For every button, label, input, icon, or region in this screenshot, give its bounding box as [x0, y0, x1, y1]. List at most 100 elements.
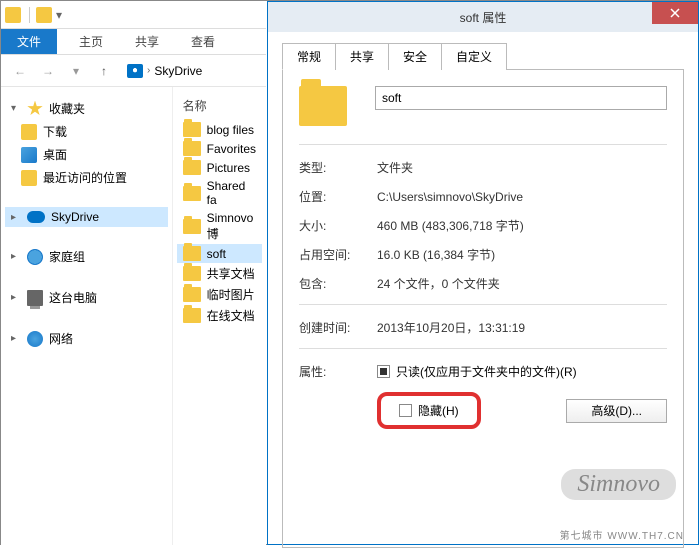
tab-view[interactable]: 查看: [175, 29, 231, 54]
sidebar-favorites[interactable]: ▾ 收藏夹: [5, 97, 168, 120]
dialog-title: soft 属性: [460, 9, 507, 26]
checkbox-icon: [399, 404, 412, 417]
qat-dropdown-icon[interactable]: ▾: [56, 8, 62, 22]
tab-sharing[interactable]: 共享: [335, 43, 389, 70]
expand-icon: ▸: [11, 333, 21, 344]
advanced-button[interactable]: 高级(D)...: [566, 399, 667, 423]
folder-icon: [183, 141, 201, 156]
folder-icon: [21, 124, 37, 140]
sidebar-label: SkyDrive: [51, 210, 99, 224]
sidebar-label: 最近访问的位置: [43, 169, 127, 186]
label-sizeondisk: 占用空间:: [299, 246, 377, 263]
file-item[interactable]: 共享文档: [177, 263, 262, 284]
checkbox-indeterminate-icon: [377, 365, 390, 378]
file-item[interactable]: soft: [177, 244, 262, 263]
file-name: 临时图片: [207, 286, 255, 303]
expand-icon: ▸: [11, 212, 21, 223]
folder-icon: [183, 266, 201, 281]
label-attributes: 属性:: [299, 363, 377, 380]
expand-icon: ▸: [11, 251, 21, 262]
tab-customize[interactable]: 自定义: [441, 43, 507, 70]
sidebar-network[interactable]: ▸ 网络: [5, 327, 168, 350]
sidebar-item-downloads[interactable]: 下载: [5, 120, 168, 143]
tab-home[interactable]: 主页: [63, 29, 119, 54]
properties-dialog: soft 属性 常规 共享 安全 自定义 类型:文件夹 位置:C:\Users\…: [267, 1, 699, 545]
watermark: Simnovo: [561, 469, 676, 500]
divider: [299, 144, 667, 145]
expand-icon: ▸: [11, 292, 21, 303]
sidebar-label: 家庭组: [49, 248, 85, 265]
file-name: Simnovo博: [207, 211, 256, 242]
chevron-right-icon: ›: [147, 65, 150, 76]
folder-icon: [183, 287, 201, 302]
sidebar-skydrive[interactable]: ▸ SkyDrive: [5, 207, 168, 227]
file-item[interactable]: Shared fa: [177, 177, 262, 209]
sidebar-label: 桌面: [43, 146, 67, 163]
value-type: 文件夹: [377, 159, 413, 176]
sidebar-label: 网络: [49, 330, 73, 347]
nav-bar: ← → ▾ ↑ › SkyDrive: [1, 55, 266, 87]
tab-file[interactable]: 文件: [1, 29, 57, 54]
value-size: 460 MB (483,306,718 字节): [377, 217, 524, 234]
nav-back-icon[interactable]: ←: [9, 60, 31, 82]
file-item[interactable]: blog files: [177, 120, 262, 139]
value-sizeondisk: 16.0 KB (16,384 字节): [377, 246, 495, 263]
checkbox-hidden[interactable]: 隐藏(H): [399, 402, 459, 419]
sidebar-item-desktop[interactable]: 桌面: [5, 143, 168, 166]
file-item[interactable]: Simnovo博: [177, 209, 262, 244]
value-created: 2013年10月20日，13:31:19: [377, 319, 525, 336]
close-button[interactable]: [652, 2, 698, 24]
file-item[interactable]: 在线文档: [177, 305, 262, 326]
nav-sidebar: ▾收藏夹 下载 桌面 最近访问的位置 ▸SkyDrive ▸家庭组 ▸这台电脑 …: [1, 87, 172, 545]
file-item[interactable]: 临时图片: [177, 284, 262, 305]
star-icon: [27, 101, 43, 117]
checkbox-readonly[interactable]: 只读(仅应用于文件夹中的文件)(R): [377, 363, 577, 380]
folder-icon: [183, 160, 201, 175]
folder-large-icon: [299, 86, 347, 126]
separator: [29, 7, 30, 23]
file-name: soft: [207, 247, 226, 261]
nav-forward-icon[interactable]: →: [37, 60, 59, 82]
breadcrumb[interactable]: › SkyDrive: [121, 59, 258, 83]
sidebar-label: 收藏夹: [49, 100, 85, 117]
sidebar-label: 这台电脑: [49, 289, 97, 306]
folder-icon: [183, 122, 201, 137]
label-type: 类型:: [299, 159, 377, 176]
file-item[interactable]: Favorites: [177, 139, 262, 158]
explorer-window: ▾ 文件 主页 共享 查看 ← → ▾ ↑ › SkyDrive ▾ 收藏夹 下载…: [1, 1, 266, 545]
value-contains: 24 个文件，0 个文件夹: [377, 275, 500, 292]
column-header-name[interactable]: 名称: [177, 95, 262, 120]
folder-icon: [5, 7, 21, 23]
nav-recent-icon[interactable]: ▾: [65, 60, 87, 82]
homegroup-icon: [27, 249, 43, 265]
file-item[interactable]: Pictures: [177, 158, 262, 177]
nav-up-icon[interactable]: ↑: [93, 60, 115, 82]
skydrive-icon: [27, 211, 45, 223]
qat-new-folder-icon[interactable]: [36, 7, 52, 23]
divider: [299, 348, 667, 349]
explorer-titlebar: ▾: [1, 1, 266, 29]
tab-general[interactable]: 常规: [282, 43, 336, 70]
sidebar-item-recent[interactable]: 最近访问的位置: [5, 166, 168, 189]
sidebar-label: 下载: [43, 123, 67, 140]
pc-icon: [27, 290, 43, 306]
checkbox-label: 只读(仅应用于文件夹中的文件)(R): [396, 363, 577, 380]
file-name: Favorites: [207, 142, 256, 156]
file-name: 在线文档: [207, 307, 255, 324]
folder-icon: [183, 246, 201, 261]
tab-share[interactable]: 共享: [119, 29, 175, 54]
divider: [299, 304, 667, 305]
folder-icon: [183, 308, 201, 323]
label-contains: 包含:: [299, 275, 377, 292]
folder-name-input[interactable]: [375, 86, 667, 110]
expand-icon: ▾: [11, 103, 21, 114]
checkbox-label: 隐藏(H): [418, 402, 459, 419]
tab-security[interactable]: 安全: [388, 43, 442, 70]
recent-icon: [21, 170, 37, 186]
breadcrumb-text: SkyDrive: [154, 64, 202, 78]
sidebar-homegroup[interactable]: ▸ 家庭组: [5, 245, 168, 268]
file-list: 名称 blog files Favorites Pictures Shared fa S…: [172, 87, 266, 545]
sidebar-thispc[interactable]: ▸ 这台电脑: [5, 286, 168, 309]
file-name: Shared fa: [207, 179, 256, 207]
close-icon: [670, 8, 680, 18]
